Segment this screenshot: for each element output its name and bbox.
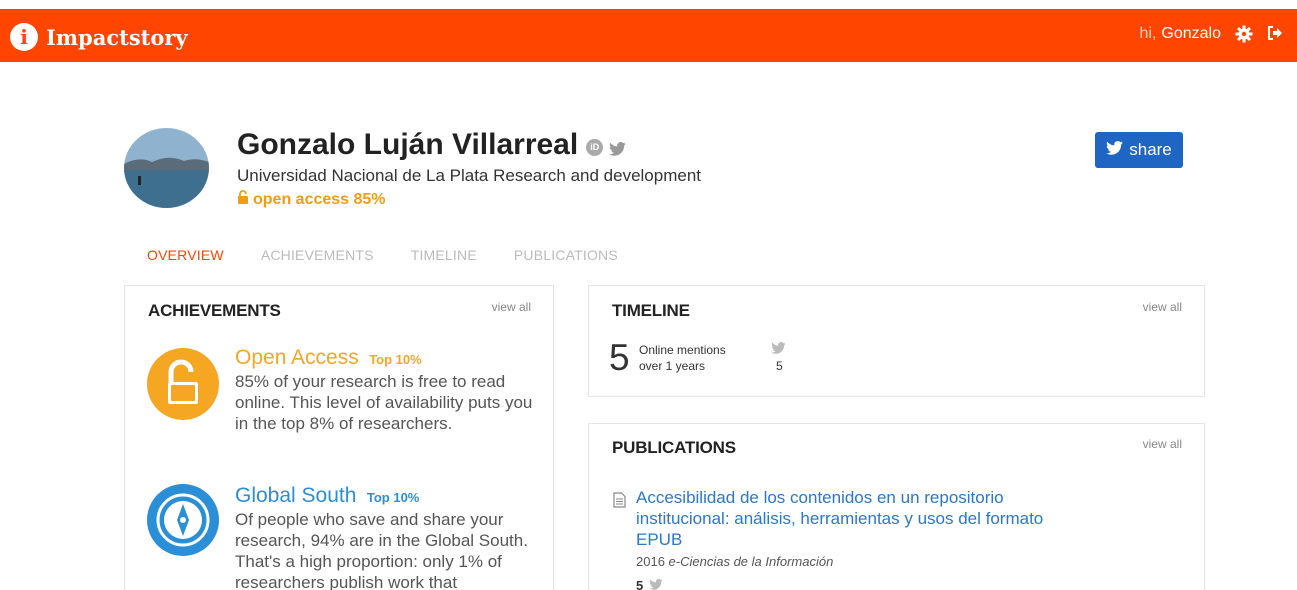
- orcid-icon[interactable]: iD: [586, 138, 604, 156]
- tab-publications[interactable]: PUBLICATIONS: [514, 247, 618, 268]
- achievement-open-access[interactable]: Open Access Top 10% 85% of your research…: [147, 346, 547, 456]
- tab-timeline[interactable]: TIMELINE: [411, 247, 477, 268]
- brand-name: Impactstory: [46, 24, 188, 50]
- share-label: share: [1129, 140, 1172, 159]
- twitter-icon: [771, 341, 786, 359]
- publication-title-link[interactable]: Accesibilidad de los contenidos en un re…: [636, 487, 1076, 550]
- achievement-description: Of people who save and share your resear…: [235, 510, 528, 590]
- tab-overview[interactable]: OVERVIEW: [147, 247, 224, 268]
- user-menu: hi, Gonzalo: [1140, 25, 1286, 43]
- profile-name: Gonzalo Luján Villarreal iD: [237, 126, 627, 164]
- gear-icon[interactable]: [1235, 25, 1253, 43]
- mentions-label: Online mentions over 1 years: [639, 342, 726, 374]
- achievements-title: ACHIEVEMENTS: [148, 301, 281, 320]
- profile-avatar: [124, 128, 209, 208]
- tab-achievements[interactable]: ACHIEVEMENTS: [261, 247, 374, 268]
- username-link[interactable]: Gonzalo: [1161, 25, 1221, 43]
- open-access-badge[interactable]: open access 85%: [237, 190, 386, 209]
- publications-card: PUBLICATIONS view all Accesibilidad de l…: [588, 423, 1205, 590]
- publication-stats: 5: [636, 578, 663, 590]
- profile-tabs: OVERVIEW ACHIEVEMENTS TIMELINE PUBLICATI…: [147, 247, 618, 268]
- unlock-icon: [237, 190, 249, 209]
- twitter-icon: [1106, 140, 1124, 160]
- achievement-body: Open Access Top 10% 85% of your research…: [235, 346, 535, 434]
- document-icon: [613, 492, 626, 513]
- mentions-label-line1: Online mentions: [639, 343, 726, 357]
- profile-affiliation: Universidad Nacional de La Plata Researc…: [237, 166, 702, 185]
- twitter-icon: [649, 578, 663, 590]
- achievement-description: 85% of your research is free to read onl…: [235, 372, 533, 433]
- twitter-icon[interactable]: [609, 130, 627, 164]
- publication-year: 2016: [636, 554, 665, 569]
- twitter-mentions-count: 5: [776, 359, 783, 373]
- publication-mentions: 5: [636, 578, 644, 590]
- open-access-text: open access 85%: [253, 190, 386, 208]
- achievement-badge: Top 10%: [366, 490, 420, 505]
- publications-title: PUBLICATIONS: [612, 438, 736, 457]
- brand-logo[interactable]: i Impactstory: [10, 23, 188, 51]
- timeline-title: TIMELINE: [612, 301, 690, 320]
- achievements-view-all-link[interactable]: view all: [492, 300, 531, 314]
- timeline-view-all-link[interactable]: view all: [1143, 300, 1182, 314]
- achievement-title: Open Access: [235, 346, 359, 369]
- unlock-icon: [147, 348, 219, 420]
- sign-out-icon[interactable]: [1267, 25, 1285, 43]
- share-button[interactable]: share: [1095, 132, 1183, 168]
- mentions-count: 5: [609, 337, 630, 378]
- publication-venue: e-Ciencias de la Información: [668, 554, 834, 569]
- greeting: hi,: [1139, 25, 1157, 42]
- profile-name-text: Gonzalo Luján Villarreal: [237, 128, 579, 161]
- timeline-card: TIMELINE view all 5 Online mentions over…: [588, 285, 1205, 397]
- achievements-card: ACHIEVEMENTS view all Open Access Top 10…: [124, 285, 554, 590]
- info-icon: i: [10, 23, 38, 51]
- publications-view-all-link[interactable]: view all: [1143, 437, 1182, 451]
- achievement-body: Global South Top 10% Of people who save …: [235, 484, 535, 590]
- achievement-global-south[interactable]: Global South Top 10% Of people who save …: [147, 484, 547, 590]
- achievement-badge: Top 10%: [369, 352, 422, 367]
- mentions-label-line2: over 1 years: [639, 359, 706, 373]
- top-strip: [0, 0, 1297, 9]
- top-navbar: i Impactstory hi, Gonzalo: [0, 9, 1297, 62]
- achievement-title: Global South: [235, 484, 357, 507]
- publication-meta: 2016 e-Ciencias de la Información: [636, 554, 833, 569]
- compass-icon: [147, 484, 219, 556]
